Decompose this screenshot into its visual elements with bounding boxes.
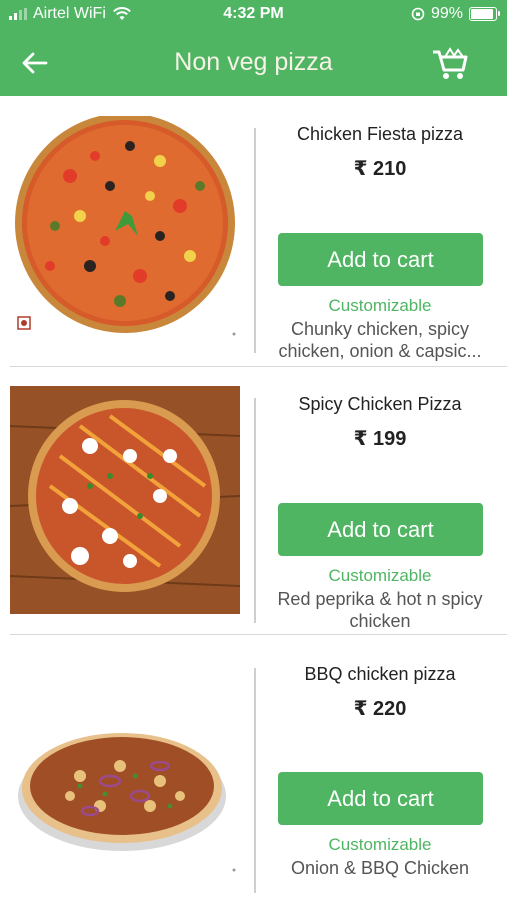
pizza-image [10, 116, 240, 341]
column-divider [254, 398, 256, 623]
column-divider [254, 668, 256, 893]
add-to-cart-button[interactable]: Add to cart [278, 233, 483, 286]
item-price: ₹ 220 [353, 698, 407, 720]
battery-percent: 99% [430, 5, 463, 22]
battery-icon [469, 7, 500, 21]
list-item: Chicken Fiesta pizza ₹ 210 Add to cart C… [0, 96, 507, 366]
item-name: Spicy Chicken Pizza [298, 394, 462, 414]
add-to-cart-button[interactable]: Add to cart [278, 503, 483, 556]
list-item: BBQ chicken pizza ₹ 220 Add to cart Cust… [0, 636, 507, 906]
item-description: Red peprika & hot n spicy chicken [277, 589, 483, 631]
customizable-label: Customizable [328, 835, 432, 854]
pizza-image [10, 656, 240, 881]
list-divider [10, 634, 507, 635]
pizza-image [10, 386, 240, 614]
shopping-cart-icon[interactable] [431, 44, 469, 82]
add-to-cart-button[interactable]: Add to cart [278, 772, 483, 825]
column-divider [254, 128, 256, 353]
item-name: BBQ chicken pizza [304, 664, 456, 684]
item-name: Chicken Fiesta pizza [296, 124, 464, 144]
status-bar: Airtel WiFi 4:32 PM 99% [0, 0, 507, 30]
customizable-label: Customizable [328, 296, 432, 315]
item-description: Onion & BBQ Chicken [290, 858, 470, 878]
orientation-lock-icon [411, 7, 425, 21]
item-description: Chunky chicken, spicy chicken, onion & c… [278, 319, 482, 361]
customizable-label: Customizable [328, 566, 432, 585]
item-price: ₹ 199 [353, 428, 407, 450]
app-bar: Non veg pizza [0, 30, 507, 96]
list-item: Spicy Chicken Pizza ₹ 199 Add to cart Cu… [0, 366, 507, 636]
item-price: ₹ 210 [353, 158, 407, 180]
